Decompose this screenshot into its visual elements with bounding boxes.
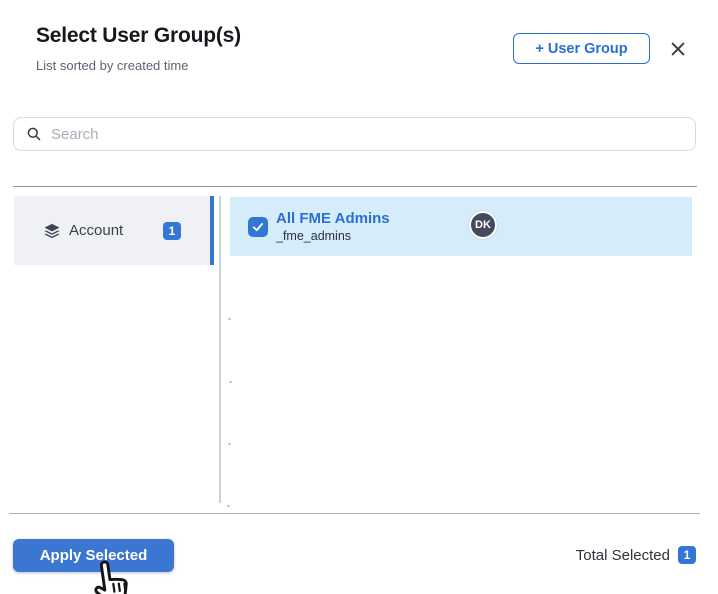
avatar: DK: [469, 211, 497, 239]
list-placeholder-dot: [227, 505, 230, 507]
close-button[interactable]: [666, 38, 690, 62]
total-selected-badge: 1: [678, 546, 696, 564]
search-input[interactable]: [51, 125, 695, 143]
active-indicator-bar: [210, 196, 214, 265]
sidebar-count-badge: 1: [163, 221, 181, 240]
search-box[interactable]: [13, 117, 696, 151]
list-placeholder-dot: [228, 318, 231, 320]
footer-divider: [9, 513, 700, 514]
select-user-group-modal: Select User Group(s) List sorted by crea…: [0, 0, 718, 594]
group-id: _fme_admins: [276, 228, 352, 243]
header-divider: [13, 186, 697, 187]
close-icon: [669, 40, 687, 61]
group-checkbox[interactable]: [248, 216, 268, 237]
sort-hint-text: List sorted by created time: [36, 58, 189, 73]
apply-selected-button[interactable]: Apply Selected: [13, 539, 174, 572]
add-user-group-button[interactable]: + User Group: [513, 33, 650, 64]
list-placeholder-dot: [228, 443, 231, 445]
panel-divider: [219, 196, 221, 503]
list-placeholder-dot: [229, 381, 232, 383]
check-icon: [251, 220, 265, 234]
search-icon: [26, 126, 42, 142]
sidebar-item-label: Account: [69, 222, 124, 239]
sidebar-item-account[interactable]: Account 1: [14, 196, 214, 265]
group-text: All FME Admins _fme_admins: [276, 210, 390, 242]
add-user-group-label: + User Group: [535, 40, 628, 57]
group-list-item[interactable]: All FME Admins _fme_admins DK: [230, 197, 692, 256]
apply-selected-label: Apply Selected: [39, 547, 148, 564]
group-name[interactable]: All FME Admins: [276, 210, 390, 227]
page-title: Select User Group(s): [36, 24, 241, 47]
total-selected-label: Total Selected: [575, 546, 670, 564]
total-selected: Total Selected 1: [576, 546, 696, 564]
layers-icon: [42, 221, 62, 241]
